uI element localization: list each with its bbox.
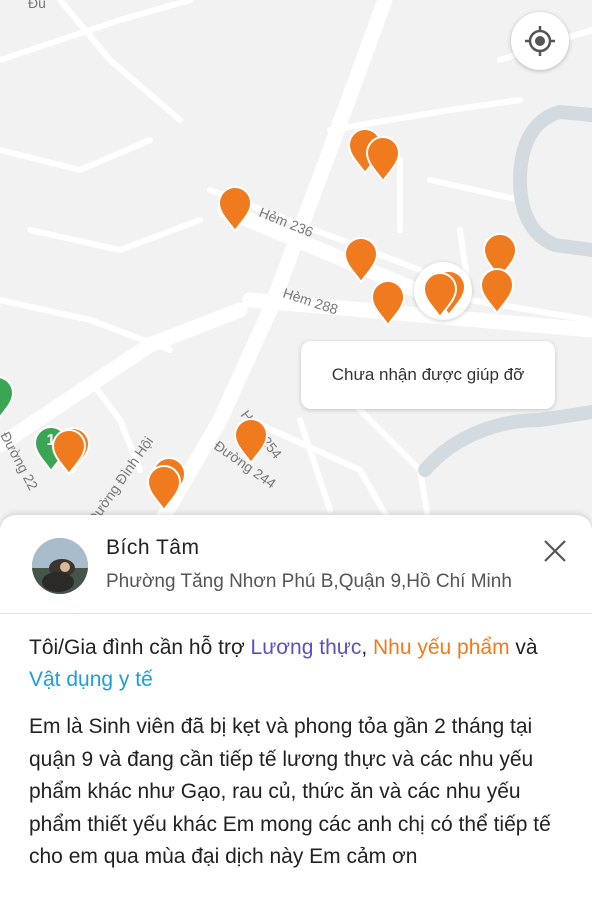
map-marker[interactable] — [366, 136, 400, 182]
close-icon — [544, 540, 566, 562]
map-marker[interactable] — [218, 186, 252, 232]
crosshair-icon — [525, 26, 555, 56]
needs-separator: , — [361, 636, 373, 659]
needs-separator: và — [509, 636, 538, 659]
requester-address: Phường Tăng Nhơn Phú B,Quận 9,Hồ Chí Min… — [106, 571, 512, 592]
divider — [0, 613, 592, 614]
need-essentials: Nhu yếu phẩm — [373, 636, 510, 659]
map-marker[interactable] — [52, 429, 86, 475]
request-detail-sheet: Bích Tâm Phường Tăng Nhơn Phú B,Quận 9,H… — [0, 515, 592, 911]
needs-prefix: Tôi/Gia đình cần hỗ trợ — [29, 636, 251, 659]
selected-map-marker[interactable] — [423, 272, 457, 318]
map-marker[interactable] — [371, 280, 405, 326]
marker-status-tooltip: Chưa nhận được giúp đỡ — [301, 341, 555, 409]
need-medical: Vật dụng y tế — [29, 668, 153, 691]
tooltip-text: Chưa nhận được giúp đỡ — [331, 365, 525, 384]
map-marker[interactable] — [234, 418, 268, 464]
need-food: Lương thực — [250, 636, 362, 659]
close-button[interactable] — [540, 536, 570, 566]
my-location-button[interactable] — [511, 12, 569, 70]
map-marker-green[interactable] — [0, 376, 14, 422]
road-label: Đu — [28, 0, 46, 11]
avatar — [32, 538, 88, 594]
request-description: Em là Sinh viên đã bị kẹt và phong tỏa g… — [29, 715, 551, 868]
support-needs: Tôi/Gia đình cần hỗ trợ Lương thực, Nhu … — [29, 632, 569, 696]
requester-name: Bích Tâm — [106, 536, 200, 559]
map-marker[interactable] — [344, 237, 378, 283]
map-marker[interactable] — [480, 268, 514, 314]
map-view[interactable]: Hẻm 236 Hèm 288 Đường Đình Hội Hẻm 254 Đ… — [0, 0, 592, 548]
map-marker[interactable] — [147, 465, 181, 511]
